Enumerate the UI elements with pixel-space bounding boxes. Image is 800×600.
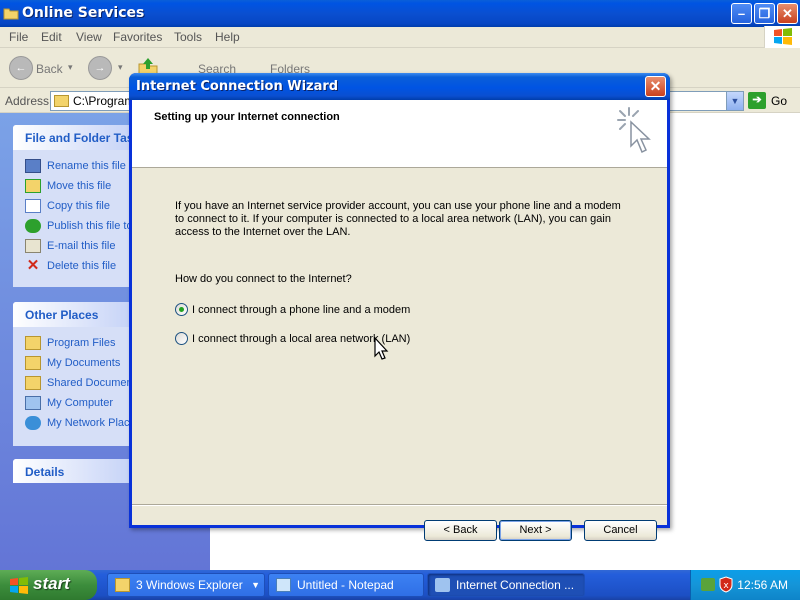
wizard-close-button[interactable]: ✕ bbox=[645, 76, 666, 97]
chevron-down-icon[interactable]: ▼ bbox=[726, 92, 743, 110]
menu-edit[interactable]: Edit bbox=[41, 30, 62, 44]
intro-line: If you have an Internet service provider… bbox=[175, 200, 621, 212]
forward-dropdown-icon[interactable]: ▾ bbox=[118, 62, 123, 73]
next-button[interactable]: Next > bbox=[499, 520, 572, 541]
explorer-title: Online Services bbox=[22, 5, 145, 21]
radio-button-unchecked[interactable] bbox=[175, 332, 188, 345]
publish-file-link[interactable]: Publish this file to bbox=[25, 216, 131, 236]
menu-tools[interactable]: Tools bbox=[174, 30, 202, 44]
chevron-down-icon: ▼ bbox=[251, 580, 260, 590]
back-dropdown-icon[interactable]: ▾ bbox=[68, 62, 73, 73]
my-computer-link[interactable]: My Computer bbox=[25, 393, 131, 413]
other-places-title[interactable]: Other Places bbox=[13, 302, 131, 327]
phone-modem-label[interactable]: I connect through a phone line and a mod… bbox=[192, 304, 410, 316]
file-folder-tasks-panel: File and Folder Tasks Rename this file M… bbox=[13, 125, 131, 287]
clock: 12:56 AM bbox=[737, 578, 788, 592]
network-globe-icon bbox=[25, 416, 41, 430]
wizard-title: Internet Connection Wizard bbox=[136, 79, 339, 94]
windows-flag-icon bbox=[10, 577, 28, 594]
mouse-cursor-icon bbox=[374, 337, 389, 360]
taskbar-notepad[interactable]: Untitled - Notepad bbox=[268, 573, 424, 597]
envelope-icon bbox=[25, 239, 41, 253]
shared-documents-link[interactable]: Shared Documents bbox=[25, 373, 131, 393]
cancel-button[interactable]: Cancel bbox=[584, 520, 657, 541]
shared-folder-icon bbox=[25, 376, 41, 390]
menu-view[interactable]: View bbox=[76, 30, 102, 44]
maximize-button[interactable]: ❐ bbox=[754, 3, 775, 24]
start-label: start bbox=[33, 574, 70, 593]
folder-icon bbox=[115, 578, 130, 592]
my-documents-icon bbox=[25, 356, 41, 370]
delete-x-icon: ✕ bbox=[26, 257, 40, 274]
back-arrow-icon[interactable]: ← bbox=[9, 56, 33, 80]
intro-line: access to the Internet over the LAN. bbox=[175, 226, 351, 238]
forward-arrow-icon[interactable]: → bbox=[88, 56, 112, 80]
rename-icon bbox=[25, 159, 41, 173]
minimize-button[interactable]: – bbox=[731, 3, 752, 24]
network-icon[interactable] bbox=[701, 578, 715, 591]
internet-connection-wizard-dialog: Internet Connection Wizard ✕ Setting up … bbox=[129, 73, 670, 541]
address-label: Address bbox=[5, 94, 50, 108]
wizard-icon bbox=[435, 578, 450, 592]
windows-logo bbox=[764, 26, 800, 48]
connection-question: How do you connect to the Internet? bbox=[175, 273, 352, 285]
wizard-header: Setting up your Internet connection bbox=[132, 100, 667, 168]
menu-bar: File Edit View Favorites Tools Help bbox=[0, 26, 800, 48]
publish-globe-icon bbox=[25, 219, 41, 233]
rename-file-link[interactable]: Rename this file bbox=[25, 156, 131, 176]
details-title[interactable]: Details bbox=[13, 459, 131, 483]
taskbar-windows-explorer[interactable]: 3 Windows Explorer ▼ bbox=[107, 573, 265, 597]
radio-button-checked[interactable] bbox=[175, 303, 188, 316]
details-panel: Details bbox=[13, 459, 131, 483]
wizard-intro-text: If you have an Internet service provider… bbox=[175, 200, 630, 239]
folder-icon bbox=[54, 95, 69, 107]
delete-file-link[interactable]: ✕ Delete this file bbox=[25, 256, 131, 276]
intro-line: to connect to it. If your computer is co… bbox=[175, 213, 611, 225]
back-button[interactable]: < Back bbox=[424, 520, 497, 541]
computer-icon bbox=[25, 396, 41, 410]
explorer-titlebar[interactable]: Online Services – ❐ ✕ bbox=[0, 0, 800, 27]
menu-favorites[interactable]: Favorites bbox=[113, 30, 162, 44]
go-button-label[interactable]: Go bbox=[771, 94, 787, 108]
file-folder-tasks-title[interactable]: File and Folder Tasks bbox=[13, 125, 131, 150]
other-places-panel: Other Places Program Files My Documents … bbox=[13, 302, 131, 446]
menu-file[interactable]: File bbox=[9, 30, 28, 44]
start-button[interactable]: start bbox=[0, 570, 97, 600]
security-shield-icon[interactable]: x bbox=[719, 576, 733, 593]
wizard-titlebar[interactable]: Internet Connection Wizard ✕ bbox=[129, 73, 670, 100]
notepad-icon bbox=[276, 578, 291, 592]
wizard-content: Setting up your Internet connection If y… bbox=[132, 100, 667, 541]
folder-icon bbox=[3, 8, 19, 20]
taskbar-internet-connection-wizard[interactable]: Internet Connection ... bbox=[427, 573, 585, 597]
program-files-link[interactable]: Program Files bbox=[25, 333, 131, 353]
windows-flag-icon bbox=[774, 28, 792, 45]
wizard-separator bbox=[132, 504, 667, 506]
move-file-link[interactable]: Move this file bbox=[25, 176, 131, 196]
go-arrow-icon[interactable]: ➔ bbox=[748, 92, 766, 109]
close-button[interactable]: ✕ bbox=[777, 3, 798, 24]
svg-text:x: x bbox=[723, 581, 729, 591]
phone-modem-option[interactable]: I connect through a phone line and a mod… bbox=[175, 303, 410, 316]
my-network-places-link[interactable]: My Network Places bbox=[25, 413, 131, 433]
taskbar: start 3 Windows Explorer ▼ Untitled - No… bbox=[0, 570, 800, 600]
copy-file-link[interactable]: Copy this file bbox=[25, 196, 131, 216]
folder-icon bbox=[25, 336, 41, 350]
email-file-link[interactable]: E-mail this file bbox=[25, 236, 131, 256]
wizard-cursor-art-icon bbox=[617, 107, 651, 154]
address-value: C:\Program bbox=[73, 94, 135, 108]
my-documents-link[interactable]: My Documents bbox=[25, 353, 131, 373]
copy-icon bbox=[25, 199, 41, 213]
wizard-heading: Setting up your Internet connection bbox=[154, 111, 340, 123]
system-tray: x 12:56 AM bbox=[690, 570, 800, 600]
menu-help[interactable]: Help bbox=[215, 30, 240, 44]
move-icon bbox=[25, 179, 41, 193]
back-button-label[interactable]: Back bbox=[36, 62, 63, 76]
